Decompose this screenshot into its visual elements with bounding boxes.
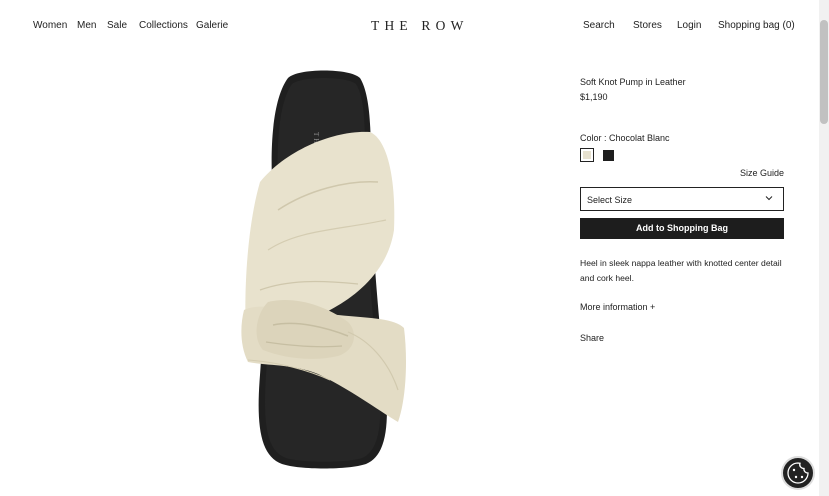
nav-shopping-bag[interactable]: Shopping bag (0)	[718, 20, 795, 31]
product-description: Heel in sleek nappa leather with knotted…	[580, 258, 782, 283]
cookie-icon	[787, 462, 809, 484]
chevron-down-icon	[765, 196, 773, 201]
nav-login[interactable]: Login	[677, 20, 701, 31]
size-select-label: Select Size	[587, 195, 633, 205]
nav-galerie[interactable]: Galerie	[196, 20, 228, 31]
size-select[interactable]: Select Size	[580, 187, 784, 211]
add-to-bag-button[interactable]: Add to Shopping Bag	[580, 218, 784, 239]
brand-logo[interactable]: THE ROW	[371, 18, 469, 34]
product-price: $1,190	[580, 92, 608, 102]
more-information-toggle[interactable]: More information +	[580, 302, 655, 312]
nav-collections[interactable]: Collections	[139, 20, 188, 31]
size-guide-link[interactable]: Size Guide	[740, 168, 784, 178]
nav-stores[interactable]: Stores	[633, 20, 662, 31]
nav-men[interactable]: Men	[77, 20, 96, 31]
page-scrollbar[interactable]	[819, 0, 829, 496]
nav-sale[interactable]: Sale	[107, 20, 127, 31]
share-link[interactable]: Share	[580, 333, 604, 343]
swatch-black[interactable]	[603, 150, 614, 161]
product-title: Soft Knot Pump in Leather	[580, 77, 686, 87]
swatch-chocolat-blanc[interactable]	[580, 148, 594, 162]
nav-women[interactable]: Women	[33, 20, 67, 31]
color-label: Color : Chocolat Blanc	[580, 133, 670, 143]
cookie-settings-button[interactable]	[781, 456, 815, 490]
scrollbar-thumb[interactable]	[820, 20, 828, 124]
nav-search[interactable]: Search	[583, 20, 615, 31]
product-image: THE ROW	[241, 70, 406, 469]
